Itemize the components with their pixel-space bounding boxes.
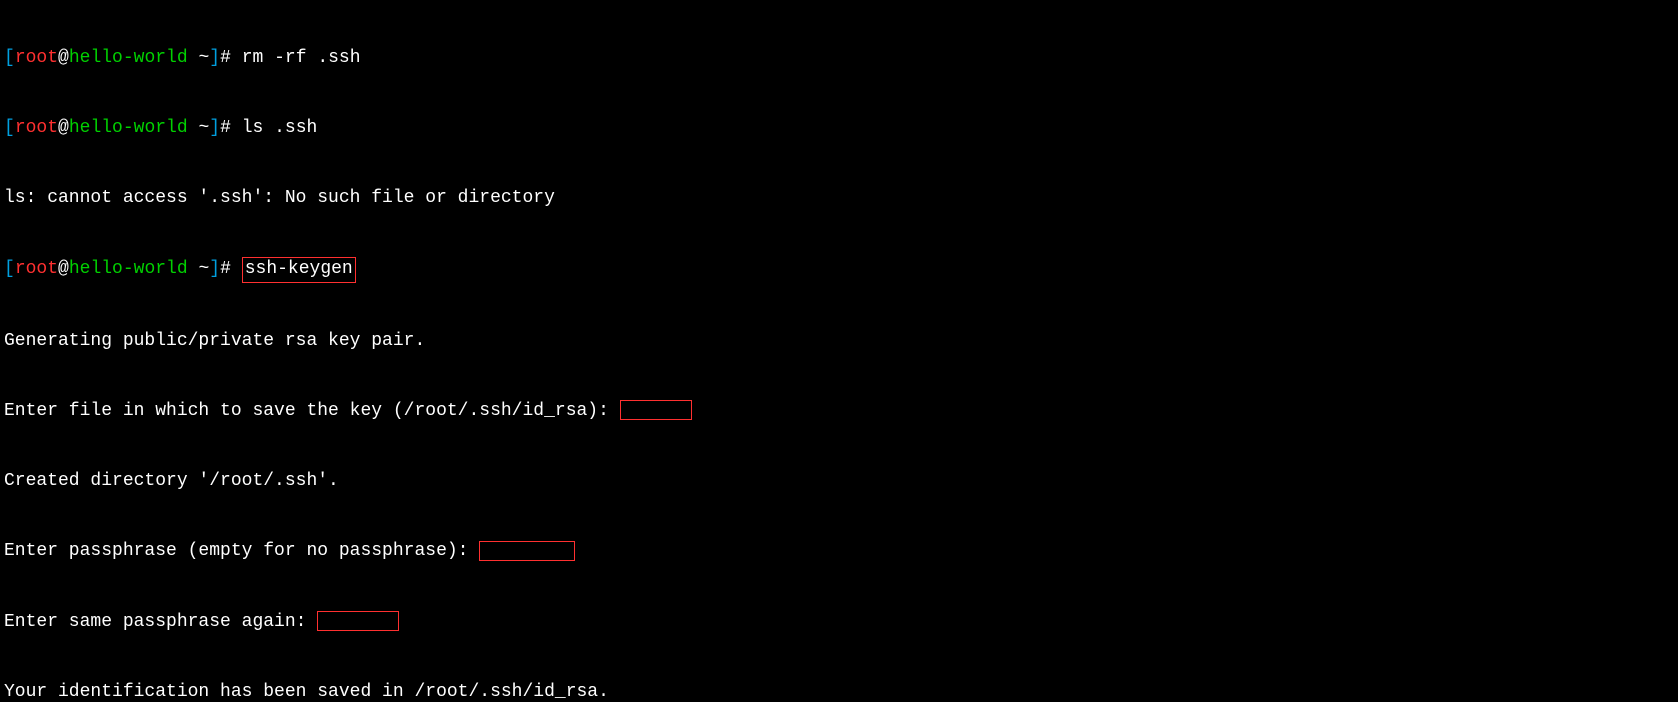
bracket-close: ]	[209, 48, 220, 68]
prompt-hash: #	[220, 259, 231, 279]
output-enter-file-line: Enter file in which to save the key (/ro…	[4, 400, 1674, 423]
cmd-ls-ssh-1: ls .ssh	[242, 118, 318, 138]
prompt-hash: #	[220, 48, 231, 68]
output-enter-pass-again-line: Enter same passphrase again:	[4, 611, 1674, 634]
cmd-rm-rf-text: rm -rf .ssh	[242, 48, 361, 68]
bracket-open: [	[4, 48, 15, 68]
prompt-path: ~	[188, 118, 210, 138]
prompt-user: root	[15, 259, 58, 279]
output-enter-pass-again: Enter same passphrase again:	[4, 612, 317, 632]
prompt-host: hello-world	[69, 118, 188, 138]
prompt-path: ~	[188, 48, 210, 68]
prompt-line-1: [root@hello-world ~]# rm -rf .ssh	[4, 47, 1674, 70]
prompt-user: root	[15, 118, 58, 138]
bracket-open: [	[4, 118, 15, 138]
highlight-box-empty-2	[479, 541, 575, 561]
prompt-host: hello-world	[69, 259, 188, 279]
output-ls-error: ls: cannot access '.ssh': No such file o…	[4, 187, 1674, 210]
output-enter-pass: Enter passphrase (empty for no passphras…	[4, 541, 479, 561]
cmd-ssh-keygen: ssh-keygen	[245, 259, 353, 279]
output-gen-pair: Generating public/private rsa key pair.	[4, 330, 1674, 353]
prompt-at: @	[58, 118, 69, 138]
prompt-hash: #	[220, 118, 231, 138]
output-enter-pass-line: Enter passphrase (empty for no passphras…	[4, 540, 1674, 563]
highlight-box-ssh-keygen: ssh-keygen	[242, 257, 356, 282]
output-enter-file: Enter file in which to save the key (/ro…	[4, 401, 620, 421]
terminal-output[interactable]: [root@hello-world ~]# rm -rf .ssh [root@…	[0, 0, 1678, 702]
prompt-at: @	[58, 48, 69, 68]
prompt-host: hello-world	[69, 48, 188, 68]
prompt-path: ~	[188, 259, 210, 279]
output-created-dir: Created directory '/root/.ssh'.	[4, 470, 1674, 493]
bracket-open: [	[4, 259, 15, 279]
highlight-box-empty-3	[317, 611, 399, 631]
cmd-rm-rf	[231, 48, 242, 68]
output-id-saved: Your identification has been saved in /r…	[4, 681, 1674, 702]
prompt-user: root	[15, 48, 58, 68]
highlight-box-empty-1	[620, 400, 692, 420]
prompt-line-3: [root@hello-world ~]# ssh-keygen	[4, 257, 1674, 282]
bracket-close: ]	[209, 259, 220, 279]
prompt-line-2: [root@hello-world ~]# ls .ssh	[4, 117, 1674, 140]
prompt-at: @	[58, 259, 69, 279]
bracket-close: ]	[209, 118, 220, 138]
